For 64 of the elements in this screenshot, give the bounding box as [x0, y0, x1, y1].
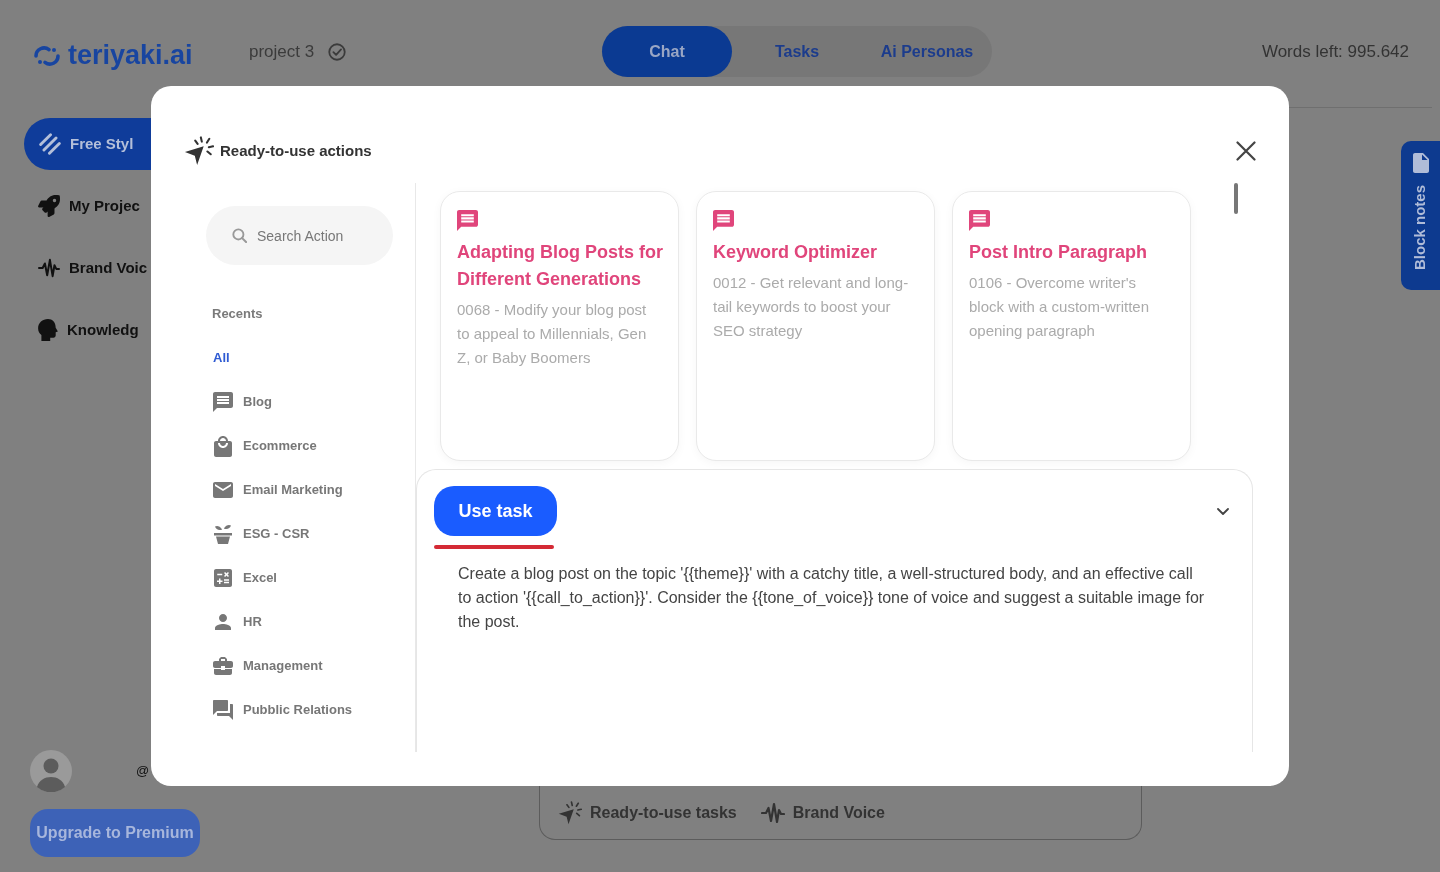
nav-item[interactable]: Free Styl [24, 118, 151, 170]
upgrade-button[interactable]: Upgrade to Premium [30, 809, 200, 857]
category-item[interactable]: HR [213, 612, 262, 632]
scrollbar-thumb[interactable] [1234, 183, 1238, 214]
chat-bubbles-icon [213, 700, 233, 720]
cursor-click-icon [558, 800, 582, 825]
search-icon [232, 228, 247, 243]
category-item[interactable]: Email Marketing [213, 480, 343, 500]
category-item[interactable]: Excel [213, 568, 277, 588]
category-item[interactable]: Ecommerce [213, 435, 317, 457]
nav-tab[interactable]: Chat [602, 26, 732, 77]
section-label: Recents [212, 305, 263, 324]
category-item[interactable]: Pubblic Relations [213, 700, 353, 720]
waveform-icon [760, 801, 785, 824]
person-icon [215, 614, 231, 630]
document-icon [1412, 153, 1429, 173]
category-item[interactable]: Management [213, 656, 323, 676]
user-handle: @ [136, 762, 150, 781]
calculator-icon [214, 569, 232, 587]
head-silhouette-icon [38, 319, 58, 341]
chat-bubble-icon [213, 392, 233, 412]
shortcut-button[interactable]: Brand Voice [760, 800, 885, 825]
dialog-title: Ready-to-use actions [220, 140, 372, 161]
avatar-icon [30, 750, 72, 792]
logo-icon [33, 43, 61, 68]
card-title: Adapting Blog Posts for Different Generations [457, 241, 664, 291]
chat-bubble-icon [969, 210, 990, 231]
card-description: 0012 - Get relevant and long-tail keywords to boost your SEO strategy [713, 273, 910, 341]
nav-tab[interactable]: Ai Personas [862, 26, 992, 77]
shopping-bag-icon [214, 435, 232, 457]
nav-tab[interactable]: Tasks [732, 26, 862, 77]
card-title: Post Intro Paragraph [969, 241, 1148, 264]
category-item[interactable]: All [213, 348, 230, 368]
check-circle-icon [328, 42, 347, 61]
task-card[interactable]: Keyword Optimizer 0012 - Get relevant and long-tail keywords to boost your SEO strategy [696, 191, 935, 461]
project-name: project 3 [249, 40, 315, 63]
task-card[interactable]: Post Intro Paragraph 0106 - Overcome writer's block with a custom-written opening paragraph [952, 191, 1191, 461]
rocket-icon [38, 195, 60, 217]
close-icon[interactable] [1236, 141, 1256, 161]
card-description: 0068 - Modify your blog post to appeal to Millennials, Gen Z, or Baby Boomers [457, 300, 648, 368]
waveform-icon [38, 258, 60, 278]
card-title: Keyword Optimizer [713, 241, 878, 264]
nav-item[interactable]: Knowledg [24, 304, 151, 356]
chat-bubble-icon [713, 210, 734, 231]
category-item[interactable]: ESG - CSR [213, 524, 310, 544]
block-notes-tab[interactable]: Block notes [1401, 141, 1440, 290]
logo-text: teriyaki.ai [68, 39, 193, 73]
search-field[interactable]: Search Action [206, 206, 393, 265]
briefcase-icon [213, 657, 233, 675]
potted-plant-icon [213, 524, 233, 544]
nav-item[interactable]: My Projec [24, 180, 151, 232]
shortcut-button[interactable]: Ready-to-use tasks [558, 800, 737, 825]
chevron-down-icon[interactable] [1217, 507, 1229, 515]
nav-item[interactable]: Brand Voic [24, 242, 151, 294]
words-left: Words left: 995.642 [1261, 40, 1409, 63]
stripes-icon [39, 133, 61, 155]
chat-bubble-icon [457, 210, 478, 231]
card-description: 0106 - Overcome writer's block with a custom-written opening paragraph [969, 273, 1151, 341]
cursor-click-icon [184, 136, 214, 166]
use-task-button[interactable]: Use task [434, 486, 557, 536]
prompt-text: Create a blog post on the topic '{{theme}}' with a catchy title, a well-structured body, and an effective call to action '{{call_to_action}}'. Consider the {{tone_of_voice}} tone of voice and suggest a suitable image for the post. [458, 564, 1206, 632]
task-card[interactable]: Adapting Blog Posts for Different Generations 0068 - Modify your blog post to appeal to Millennials, Gen Z, or Baby Boomers [440, 191, 679, 461]
envelope-icon [213, 482, 233, 498]
category-item[interactable]: Blog [213, 392, 272, 412]
